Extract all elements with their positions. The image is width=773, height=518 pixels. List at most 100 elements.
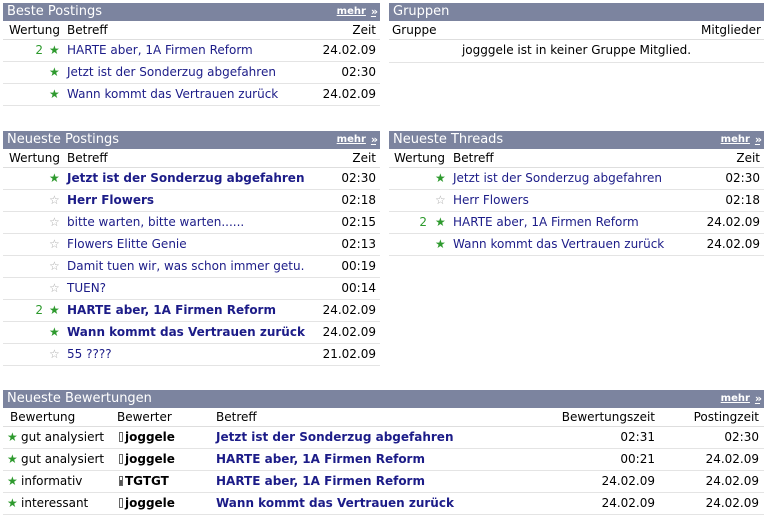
posting-link[interactable]: HARTE aber, 1A Firmen Reform	[216, 449, 425, 470]
star-filled-icon: ★	[7, 496, 18, 510]
user-icon	[119, 432, 123, 442]
table-row: ★ Wann kommt das Vertrauen zurück 24.02.09	[3, 322, 380, 344]
star-filled-icon: ★	[49, 87, 60, 101]
rated-time: 24.02.09	[601, 496, 655, 510]
col-bewertung: Bewertung	[10, 410, 76, 424]
posted-time: 24.02.09	[705, 452, 759, 466]
col-bewerter: Bewerter	[117, 410, 172, 424]
col-betreff: Betreff	[453, 151, 494, 165]
column-headers: Bewertung Bewerter Betreff Bewertungszei…	[3, 408, 764, 427]
beste-postings-header: Beste Postings mehr ››	[3, 3, 380, 21]
posting-time: 02:15	[341, 215, 376, 229]
star-outline-icon: ☆	[49, 237, 60, 251]
panel-title: Neueste Bewertungen	[7, 391, 152, 406]
table-row: ★ Wann kommt das Vertrauen zurück 24.02.09	[389, 234, 764, 256]
user-icon	[119, 454, 123, 464]
table-row: ★ Wann kommt das Vertrauen zurück 24.02.09	[3, 84, 380, 106]
star-filled-icon: ★	[49, 65, 60, 79]
star-outline-icon: ☆	[49, 215, 60, 229]
star-filled-icon: ★	[7, 474, 18, 488]
posting-link[interactable]: Herr Flowers	[453, 190, 529, 211]
gruppen-panel: Gruppen Gruppe Mitglieder jogggele ist i…	[389, 3, 764, 63]
rating-label: informativ	[21, 474, 83, 488]
neueste-threads-rows: ★ Jetzt ist der Sonderzug abgefahren 02:30…	[389, 168, 764, 256]
posted-time: 02:30	[724, 430, 759, 444]
rated-time: 02:31	[620, 430, 655, 444]
bewertungen-rows: ★ gut analysiert joggele Jetzt ist der S…	[3, 427, 764, 515]
col-wertung: Wertung	[8, 151, 60, 165]
table-row: ★ Jetzt ist der Sonderzug abgefahren 02:30	[3, 168, 380, 190]
posting-link[interactable]: Wann kommt das Vertrauen zurück	[67, 322, 305, 343]
posting-link[interactable]: Jetzt ist der Sonderzug abgefahren	[453, 168, 662, 189]
user-link[interactable]: joggele	[119, 449, 175, 470]
posting-link[interactable]: bitte warten, bitte warten......	[67, 212, 244, 233]
mehr-link[interactable]: mehr ››	[337, 131, 378, 149]
table-row: ★ informativ TGTGT HARTE aber, 1A Firmen…	[3, 471, 764, 493]
posting-time: 00:19	[341, 259, 376, 273]
col-betreff: Betreff	[67, 23, 108, 37]
posting-link[interactable]: HARTE aber, 1A Firmen Reform	[67, 40, 253, 61]
posting-link[interactable]: Wann kommt das Vertrauen zurück	[67, 84, 278, 105]
star-filled-icon: ★	[49, 325, 60, 339]
posting-link[interactable]: Jetzt ist der Sonderzug abgefahren	[216, 427, 453, 448]
star-multi-icon: ★	[49, 43, 60, 57]
posting-link[interactable]: HARTE aber, 1A Firmen Reform	[216, 471, 425, 492]
posting-link[interactable]: Flowers Elitte Genie	[67, 234, 187, 255]
posting-link[interactable]: 55 ????	[67, 344, 112, 365]
col-zeit: Zeit	[352, 23, 376, 37]
user-link[interactable]: TGTGT	[119, 471, 169, 492]
panel-title: Gruppen	[393, 4, 450, 19]
rating-label: gut analysiert	[21, 430, 105, 444]
mehr-link[interactable]: mehr ››	[337, 3, 378, 21]
posting-link[interactable]: TUEN?	[67, 278, 106, 299]
col-betreff: Betreff	[216, 410, 257, 424]
posting-time: 24.02.09	[322, 87, 376, 101]
col-zeit: Zeit	[352, 151, 376, 165]
neueste-threads-header: Neueste Threads mehr ››	[389, 131, 764, 149]
table-row: ☆ bitte warten, bitte warten...... 02:15	[3, 212, 380, 234]
neueste-postings-header: Neueste Postings mehr ››	[3, 131, 380, 149]
col-postingzeit: Postingzeit	[693, 410, 759, 424]
rating-count: 2	[35, 303, 43, 317]
posting-time: 24.02.09	[322, 43, 376, 57]
col-betreff: Betreff	[67, 151, 108, 165]
posting-time: 02:30	[341, 65, 376, 79]
posting-time: 24.02.09	[322, 325, 376, 339]
posting-link[interactable]: Wann kommt das Vertrauen zurück	[453, 234, 664, 255]
neueste-bewertungen-panel: Neueste Bewertungen mehr ›› Bewertung Bew…	[3, 390, 764, 515]
user-link[interactable]: joggele	[119, 493, 175, 514]
posting-link[interactable]: Jetzt ist der Sonderzug abgefahren	[67, 62, 276, 83]
rating-label: gut analysiert	[21, 452, 105, 466]
mehr-link[interactable]: mehr ››	[721, 131, 762, 149]
user-link[interactable]: joggele	[119, 427, 175, 448]
table-row: ★ Jetzt ist der Sonderzug abgefahren 02:30	[389, 168, 764, 190]
posting-link[interactable]: HARTE aber, 1A Firmen Reform	[67, 300, 276, 321]
star-filled-icon: ★	[7, 452, 18, 466]
posting-link[interactable]: HARTE aber, 1A Firmen Reform	[453, 212, 639, 233]
rated-time: 24.02.09	[601, 474, 655, 488]
posting-link[interactable]: Damit tuen wir, was schon immer getu.	[67, 256, 304, 277]
posted-time: 24.02.09	[705, 496, 759, 510]
column-headers: Wertung Betreff Zeit	[3, 149, 380, 168]
posting-time: 02:18	[341, 193, 376, 207]
column-headers: Wertung Betreff Zeit	[389, 149, 764, 168]
posting-link[interactable]: Wann kommt das Vertrauen zurück	[216, 493, 454, 514]
star-filled-icon: ★	[435, 237, 446, 251]
star-filled-icon: ★	[49, 171, 60, 185]
double-chevron-right-icon: ››	[754, 392, 762, 405]
posting-time: 24.02.09	[706, 215, 760, 229]
posting-time: 02:18	[725, 193, 760, 207]
table-row: ☆ 55 ???? 21.02.09	[3, 344, 380, 366]
col-wertung: Wertung	[8, 23, 60, 37]
double-chevron-right-icon: ››	[370, 133, 378, 146]
col-mitglieder: Mitglieder	[701, 23, 761, 37]
table-row: ☆ Herr Flowers 02:18	[3, 190, 380, 212]
star-filled-icon: ★	[7, 430, 18, 444]
mehr-link[interactable]: mehr ››	[721, 390, 762, 408]
posted-time: 24.02.09	[705, 474, 759, 488]
panel-title: Beste Postings	[7, 4, 102, 19]
table-row: 2 ★ HARTE aber, 1A Firmen Reform 24.02.09	[3, 40, 380, 62]
posting-link[interactable]: Jetzt ist der Sonderzug abgefahren	[67, 168, 304, 189]
posting-link[interactable]: Herr Flowers	[67, 190, 154, 211]
col-gruppe: Gruppe	[392, 23, 437, 37]
